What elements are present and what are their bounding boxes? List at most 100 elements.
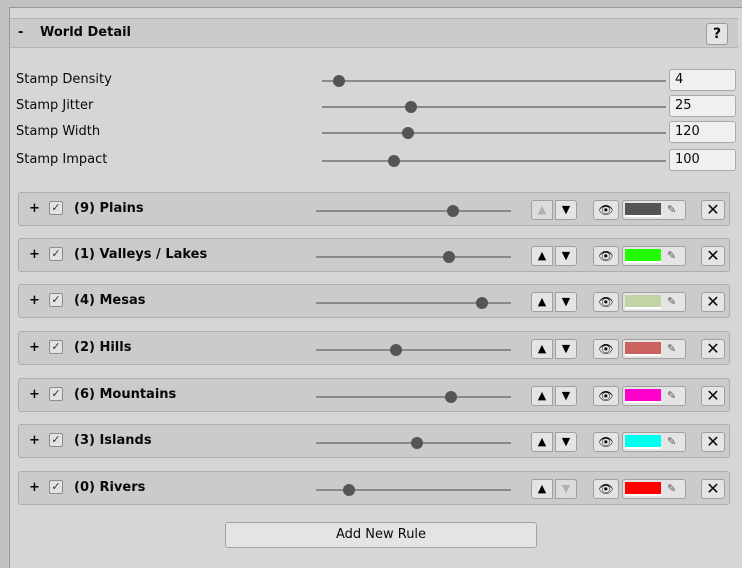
slider-handle[interactable]	[388, 155, 401, 167]
rule-enabled-checkbox[interactable]: ✓	[49, 433, 63, 447]
setting-row: Stamp Jitter 25	[10, 94, 738, 120]
setting-value-field[interactable]: 120	[669, 121, 736, 143]
add-new-rule-button[interactable]: Add New Rule	[225, 522, 537, 548]
eyedropper-icon[interactable]: ✎	[667, 480, 676, 498]
delete-rule-button[interactable]: ✕	[701, 432, 725, 452]
slider-handle[interactable]	[402, 127, 414, 139]
rule-enabled-checkbox[interactable]: ✓	[49, 293, 63, 307]
slider-handle[interactable]	[411, 437, 424, 449]
expand-toggle[interactable]: +	[29, 201, 40, 216]
delete-rule-button[interactable]: ✕	[701, 386, 725, 406]
move-up-button[interactable]: ▲	[531, 246, 553, 266]
slider-handle[interactable]	[333, 75, 346, 87]
rule-strength-slider[interactable]	[316, 251, 511, 263]
move-up-button[interactable]: ▲	[531, 479, 553, 499]
rule-name: (0) Rivers	[74, 480, 146, 495]
color-field[interactable]: ✎	[622, 479, 686, 499]
eyedropper-icon[interactable]: ✎	[667, 247, 676, 265]
rule-strength-slider[interactable]	[316, 391, 511, 403]
eyedropper-icon[interactable]: ✎	[667, 293, 676, 311]
eyedropper-icon[interactable]: ✎	[667, 387, 676, 405]
move-down-button[interactable]: ▼	[555, 339, 577, 359]
move-up-button[interactable]: ▲	[531, 200, 553, 220]
eye-icon[interactable]: 👁	[593, 479, 619, 499]
color-swatch[interactable]	[625, 482, 661, 496]
expand-toggle[interactable]: +	[29, 293, 40, 308]
rule-row: + ✓ (1) Valleys / Lakes ▲ ▼ 👁 ✎ ✕	[18, 238, 730, 272]
color-swatch[interactable]	[625, 435, 661, 449]
color-field[interactable]: ✎	[622, 339, 686, 359]
expand-toggle[interactable]: +	[29, 387, 40, 402]
move-up-button[interactable]: ▲	[531, 386, 553, 406]
rule-row: + ✓ (2) Hills ▲ ▼ 👁 ✎ ✕	[18, 331, 730, 365]
eye-icon[interactable]: 👁	[593, 246, 619, 266]
move-up-button[interactable]: ▲	[531, 432, 553, 452]
slider-handle[interactable]	[446, 205, 459, 217]
rule-strength-slider[interactable]	[316, 297, 511, 309]
slider-handle[interactable]	[405, 101, 418, 113]
setting-value-field[interactable]: 4	[669, 69, 736, 91]
slider-handle[interactable]	[442, 251, 455, 263]
section-header[interactable]: - World Detail ?	[10, 18, 738, 48]
slider-handle[interactable]	[475, 297, 488, 309]
rule-enabled-checkbox[interactable]: ✓	[49, 480, 63, 494]
collapse-toggle[interactable]: -	[18, 25, 23, 40]
rule-strength-slider[interactable]	[316, 437, 511, 449]
eyedropper-icon[interactable]: ✎	[667, 201, 676, 219]
move-up-button[interactable]: ▲	[531, 339, 553, 359]
setting-value-field[interactable]: 25	[669, 95, 736, 117]
expand-toggle[interactable]: +	[29, 247, 40, 262]
eye-icon[interactable]: 👁	[593, 432, 619, 452]
delete-rule-button[interactable]: ✕	[701, 246, 725, 266]
eye-icon[interactable]: 👁	[593, 200, 619, 220]
delete-rule-button[interactable]: ✕	[701, 479, 725, 499]
rule-enabled-checkbox[interactable]: ✓	[49, 340, 63, 354]
expand-toggle[interactable]: +	[29, 433, 40, 448]
rule-strength-slider[interactable]	[316, 344, 511, 356]
move-down-button[interactable]: ▼	[555, 386, 577, 406]
move-down-button[interactable]: ▼	[555, 200, 577, 220]
eye-icon[interactable]: 👁	[593, 339, 619, 359]
setting-label: Stamp Jitter	[16, 98, 94, 113]
expand-toggle[interactable]: +	[29, 480, 40, 495]
slider-handle[interactable]	[343, 484, 356, 496]
setting-slider[interactable]	[322, 101, 666, 113]
color-field[interactable]: ✎	[622, 432, 686, 452]
move-down-button[interactable]: ▼	[555, 246, 577, 266]
color-field[interactable]: ✎	[622, 246, 686, 266]
color-field[interactable]: ✎	[622, 200, 686, 220]
rule-name: (6) Mountains	[74, 387, 177, 402]
slider-handle[interactable]	[444, 391, 457, 403]
eyedropper-icon[interactable]: ✎	[667, 433, 676, 451]
color-field[interactable]: ✎	[622, 292, 686, 312]
color-swatch[interactable]	[625, 389, 661, 403]
color-swatch[interactable]	[625, 295, 661, 309]
move-down-button[interactable]: ▼	[555, 479, 577, 499]
move-down-button[interactable]: ▼	[555, 292, 577, 312]
color-field[interactable]: ✎	[622, 386, 686, 406]
eye-icon[interactable]: 👁	[593, 386, 619, 406]
setting-slider[interactable]	[322, 155, 666, 167]
delete-rule-button[interactable]: ✕	[701, 339, 725, 359]
setting-slider[interactable]	[322, 75, 666, 87]
move-down-button[interactable]: ▼	[555, 432, 577, 452]
world-detail-panel: - World Detail ? Stamp Density 4 Stamp J…	[9, 7, 742, 568]
eye-icon[interactable]: 👁	[593, 292, 619, 312]
eyedropper-icon[interactable]: ✎	[667, 340, 676, 358]
delete-rule-button[interactable]: ✕	[701, 200, 725, 220]
rule-enabled-checkbox[interactable]: ✓	[49, 387, 63, 401]
color-swatch[interactable]	[625, 203, 661, 217]
rule-strength-slider[interactable]	[316, 484, 511, 496]
rule-strength-slider[interactable]	[316, 205, 511, 217]
setting-slider[interactable]	[322, 127, 666, 139]
color-swatch[interactable]	[625, 249, 661, 263]
setting-value-field[interactable]: 100	[669, 149, 736, 171]
help-button[interactable]: ?	[706, 23, 728, 45]
rule-enabled-checkbox[interactable]: ✓	[49, 201, 63, 215]
slider-handle[interactable]	[389, 344, 402, 356]
delete-rule-button[interactable]: ✕	[701, 292, 725, 312]
rule-enabled-checkbox[interactable]: ✓	[49, 247, 63, 261]
move-up-button[interactable]: ▲	[531, 292, 553, 312]
color-swatch[interactable]	[625, 342, 661, 356]
expand-toggle[interactable]: +	[29, 340, 40, 355]
